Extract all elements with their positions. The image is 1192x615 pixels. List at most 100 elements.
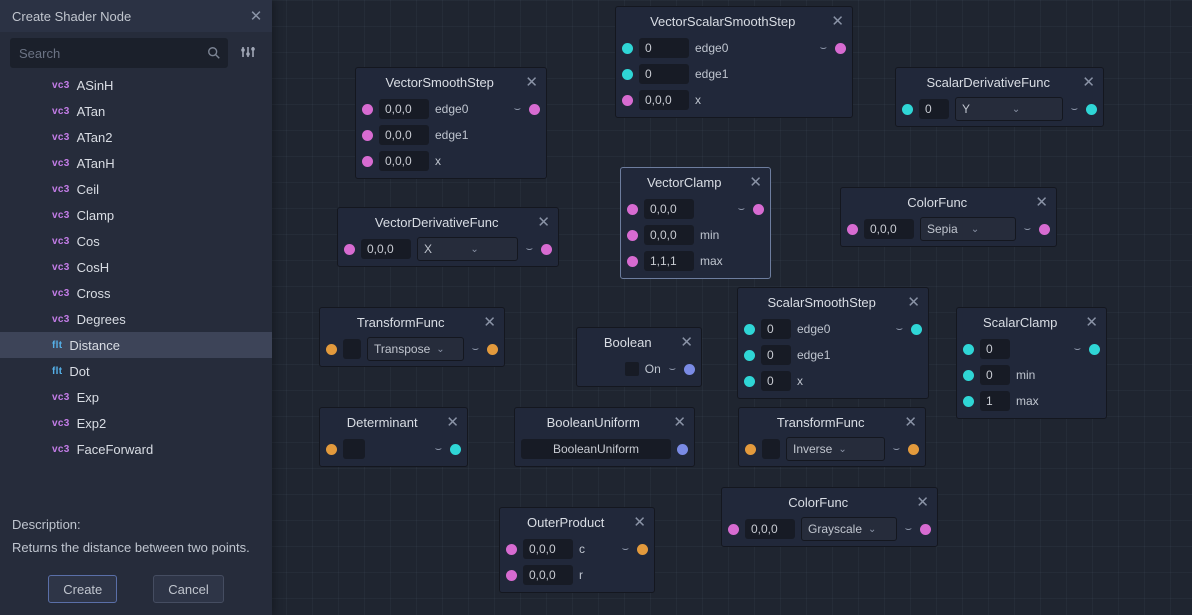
tree-item-distance[interactable]: fltDistance	[0, 332, 272, 358]
dropdown[interactable]: Grayscale⌄	[801, 517, 897, 541]
create-button[interactable]: Create	[48, 575, 117, 603]
input-port[interactable]	[627, 204, 638, 215]
uniform-name[interactable]: BooleanUniform	[521, 439, 671, 459]
output-port[interactable]	[920, 524, 931, 535]
close-icon[interactable]: ✕	[1083, 313, 1100, 331]
node-colorfunc-sepia[interactable]: ColorFunc✕ 0,0,0Sepia⌄⌣	[840, 187, 1057, 247]
tree-item-faceforward[interactable]: vc3FaceForward	[0, 436, 272, 462]
close-icon[interactable]: ✕	[914, 493, 931, 511]
input-port[interactable]	[622, 43, 633, 54]
dropdown[interactable]: Transpose⌄	[367, 337, 464, 361]
dropdown[interactable]: X⌄	[417, 237, 518, 261]
input-port[interactable]	[506, 544, 517, 555]
output-port[interactable]	[450, 444, 461, 455]
node-vectorscalarsmoothstep[interactable]: VectorScalarSmoothStep✕ 0edge0⌣ 0edge1 0…	[615, 6, 853, 118]
node-boolean[interactable]: Boolean✕ On⌣	[576, 327, 702, 387]
output-port[interactable]	[753, 204, 764, 215]
input-port[interactable]	[963, 344, 974, 355]
output-port[interactable]	[1039, 224, 1050, 235]
input-port[interactable]	[622, 69, 633, 80]
value-input[interactable]: 0,0,0	[745, 519, 795, 539]
input-port[interactable]	[902, 104, 913, 115]
value-input[interactable]: 0	[980, 339, 1010, 359]
input-port[interactable]	[744, 324, 755, 335]
input-port[interactable]	[963, 396, 974, 407]
value-input[interactable]: 0	[639, 38, 689, 58]
filter-settings-icon[interactable]	[234, 38, 262, 66]
tree-item-atanh[interactable]: vc3ATanH	[0, 150, 272, 176]
input-port[interactable]	[344, 244, 355, 255]
value-input[interactable]: 0,0,0	[379, 151, 429, 171]
dropdown[interactable]: Y⌄	[955, 97, 1063, 121]
input-port[interactable]	[745, 444, 756, 455]
dropdown[interactable]: Inverse⌄	[786, 437, 885, 461]
tree-item-ceil[interactable]: vc3Ceil	[0, 176, 272, 202]
value-input[interactable]	[343, 339, 361, 359]
close-icon[interactable]: ✕	[1033, 193, 1050, 211]
node-booleanuniform[interactable]: BooleanUniform✕ BooleanUniform	[514, 407, 695, 467]
close-icon[interactable]: ✕	[246, 6, 266, 26]
checkbox[interactable]	[625, 362, 639, 376]
input-port[interactable]	[362, 130, 373, 141]
tree-item-atan[interactable]: vc3ATan	[0, 98, 272, 124]
close-icon[interactable]: ✕	[747, 173, 764, 191]
tree-item-dot[interactable]: fltDot	[0, 358, 272, 384]
close-icon[interactable]: ✕	[678, 333, 695, 351]
node-vectorclamp[interactable]: VectorClamp✕ 0,0,0⌣ 0,0,0min 1,1,1max	[620, 167, 771, 279]
tree-item-cross[interactable]: vc3Cross	[0, 280, 272, 306]
output-port[interactable]	[1089, 344, 1100, 355]
value-input[interactable]: 0,0,0	[379, 99, 429, 119]
value-input[interactable]: 1,1,1	[644, 251, 694, 271]
input-port[interactable]	[506, 570, 517, 581]
value-input[interactable]: 0	[980, 365, 1010, 385]
output-port[interactable]	[911, 324, 922, 335]
node-vectorsmoothstep[interactable]: VectorSmoothStep✕ 0,0,0edge0⌣ 0,0,0edge1…	[355, 67, 547, 179]
node-vectorderivativefunc[interactable]: VectorDerivativeFunc✕ 0,0,0X⌄⌣	[337, 207, 559, 267]
value-input[interactable]: 0	[761, 319, 791, 339]
input-port[interactable]	[627, 230, 638, 241]
node-colorfunc-grayscale[interactable]: ColorFunc✕ 0,0,0Grayscale⌄⌣	[721, 487, 938, 547]
node-scalarderivativefunc[interactable]: ScalarDerivativeFunc✕ 0Y⌄⌣	[895, 67, 1104, 127]
value-input[interactable]: 0,0,0	[523, 565, 573, 585]
close-icon[interactable]: ✕	[671, 413, 688, 431]
tree-item-degrees[interactable]: vc3Degrees	[0, 306, 272, 332]
tree-item-cosh[interactable]: vc3CosH	[0, 254, 272, 280]
value-input[interactable]: 0,0,0	[639, 90, 689, 110]
output-port[interactable]	[637, 544, 648, 555]
node-transformfunc-transpose[interactable]: TransformFunc✕ Transpose⌄⌣	[319, 307, 505, 367]
output-port[interactable]	[541, 244, 552, 255]
node-outerproduct[interactable]: OuterProduct✕ 0,0,0c⌣ 0,0,0r	[499, 507, 655, 593]
value-input[interactable]: 1	[980, 391, 1010, 411]
close-icon[interactable]: ✕	[631, 513, 648, 531]
value-input[interactable]: 0,0,0	[864, 219, 914, 239]
close-icon[interactable]: ✕	[535, 213, 552, 231]
value-input[interactable]: 0,0,0	[361, 239, 411, 259]
search-input-container[interactable]	[10, 38, 228, 68]
input-port[interactable]	[326, 444, 337, 455]
input-port[interactable]	[362, 156, 373, 167]
node-scalarclamp[interactable]: ScalarClamp✕ 0⌣ 0min 1max	[956, 307, 1107, 419]
output-port[interactable]	[529, 104, 540, 115]
node-scalarsmoothstep[interactable]: ScalarSmoothStep✕ 0edge0⌣ 0edge1 0x	[737, 287, 929, 399]
tree-item-asinh[interactable]: vc3ASinH	[0, 72, 272, 98]
close-icon[interactable]: ✕	[444, 413, 461, 431]
node-tree[interactable]: vc3ASinHvc3ATanvc3ATan2vc3ATanHvc3Ceilvc…	[0, 72, 272, 509]
tree-item-exp2[interactable]: vc3Exp2	[0, 410, 272, 436]
value-input[interactable]	[343, 439, 365, 459]
input-port[interactable]	[728, 524, 739, 535]
input-port[interactable]	[963, 370, 974, 381]
input-port[interactable]	[744, 350, 755, 361]
close-icon[interactable]: ✕	[481, 313, 498, 331]
input-port[interactable]	[362, 104, 373, 115]
value-input[interactable]: 0	[761, 371, 791, 391]
value-input[interactable]: 0	[639, 64, 689, 84]
value-input[interactable]: 0,0,0	[523, 539, 573, 559]
tree-item-exp[interactable]: vc3Exp	[0, 384, 272, 410]
node-transformfunc-inverse[interactable]: TransformFunc✕ Inverse⌄⌣	[738, 407, 926, 467]
value-input[interactable]: 0,0,0	[379, 125, 429, 145]
close-icon[interactable]: ✕	[902, 413, 919, 431]
value-input[interactable]	[762, 439, 780, 459]
input-port[interactable]	[326, 344, 337, 355]
output-port[interactable]	[677, 444, 688, 455]
input-port[interactable]	[847, 224, 858, 235]
